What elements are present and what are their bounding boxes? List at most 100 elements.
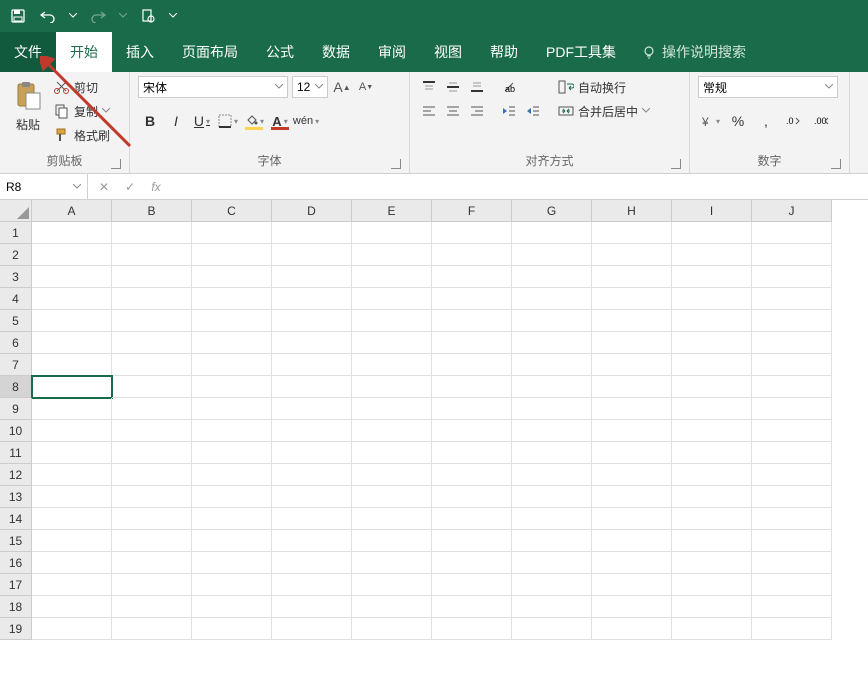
cell[interactable] xyxy=(352,420,432,442)
cell[interactable] xyxy=(512,486,592,508)
cell[interactable] xyxy=(32,442,112,464)
tell-me-search[interactable]: 操作说明搜索 xyxy=(630,32,758,72)
cell[interactable] xyxy=(752,266,832,288)
cell[interactable] xyxy=(592,354,672,376)
increase-decimal-button[interactable]: .0 xyxy=(782,110,806,132)
cell[interactable] xyxy=(752,596,832,618)
cell[interactable] xyxy=(672,354,752,376)
cell[interactable] xyxy=(32,376,112,398)
cell[interactable] xyxy=(432,530,512,552)
cell[interactable] xyxy=(432,222,512,244)
cell[interactable] xyxy=(432,442,512,464)
cell[interactable] xyxy=(752,288,832,310)
cell[interactable] xyxy=(672,398,752,420)
cell[interactable] xyxy=(512,508,592,530)
cell[interactable] xyxy=(272,552,352,574)
cell[interactable] xyxy=(512,332,592,354)
cell[interactable] xyxy=(192,332,272,354)
column-header[interactable]: J xyxy=(752,200,832,222)
cell[interactable] xyxy=(432,398,512,420)
alignment-launcher-icon[interactable] xyxy=(671,159,681,169)
cell[interactable] xyxy=(512,618,592,640)
cell[interactable] xyxy=(512,398,592,420)
cell[interactable] xyxy=(432,376,512,398)
cell[interactable] xyxy=(112,376,192,398)
row-header[interactable]: 12 xyxy=(0,464,32,486)
cell[interactable] xyxy=(512,552,592,574)
number-launcher-icon[interactable] xyxy=(831,159,841,169)
cell[interactable] xyxy=(432,420,512,442)
cell[interactable] xyxy=(512,442,592,464)
tab-formulas[interactable]: 公式 xyxy=(252,32,308,72)
row-header[interactable]: 10 xyxy=(0,420,32,442)
bold-button[interactable]: B xyxy=(138,110,162,132)
cell[interactable] xyxy=(272,398,352,420)
align-left-button[interactable] xyxy=(418,100,440,122)
cell[interactable] xyxy=(272,222,352,244)
cell[interactable] xyxy=(192,508,272,530)
cell[interactable] xyxy=(32,508,112,530)
cell[interactable] xyxy=(752,244,832,266)
cell[interactable] xyxy=(432,574,512,596)
cell[interactable] xyxy=(432,244,512,266)
cell[interactable] xyxy=(352,574,432,596)
number-format-select[interactable]: 常规 xyxy=(698,76,838,98)
cell[interactable] xyxy=(592,288,672,310)
row-header[interactable]: 5 xyxy=(0,310,32,332)
cell[interactable] xyxy=(672,332,752,354)
accounting-format-button[interactable]: ¥▾ xyxy=(698,110,722,132)
cell[interactable] xyxy=(672,442,752,464)
tab-help[interactable]: 帮助 xyxy=(476,32,532,72)
tab-home[interactable]: 开始 xyxy=(56,32,112,72)
cell[interactable] xyxy=(512,574,592,596)
cell[interactable] xyxy=(432,310,512,332)
cell[interactable] xyxy=(192,530,272,552)
cell[interactable] xyxy=(672,288,752,310)
cell[interactable] xyxy=(432,486,512,508)
cell[interactable] xyxy=(272,354,352,376)
tab-page-layout[interactable]: 页面布局 xyxy=(168,32,252,72)
cell[interactable] xyxy=(192,310,272,332)
cell[interactable] xyxy=(752,398,832,420)
row-header[interactable]: 8 xyxy=(0,376,32,398)
cell[interactable] xyxy=(672,222,752,244)
cut-button[interactable]: 剪切 xyxy=(54,76,110,98)
cell[interactable] xyxy=(192,574,272,596)
font-size-select[interactable]: 12 xyxy=(292,76,328,98)
align-right-button[interactable] xyxy=(466,100,488,122)
cell[interactable] xyxy=(512,266,592,288)
align-center-button[interactable] xyxy=(442,100,464,122)
row-header[interactable]: 2 xyxy=(0,244,32,266)
cell[interactable] xyxy=(752,552,832,574)
font-color-button[interactable]: A ▾ xyxy=(268,110,292,132)
cell[interactable] xyxy=(352,376,432,398)
cell[interactable] xyxy=(752,222,832,244)
wrap-text-button[interactable]: 自动换行 xyxy=(558,76,650,98)
cell[interactable] xyxy=(352,552,432,574)
cell[interactable] xyxy=(512,464,592,486)
cell[interactable] xyxy=(592,398,672,420)
cell[interactable] xyxy=(112,222,192,244)
undo-icon[interactable] xyxy=(38,6,58,26)
cell[interactable] xyxy=(672,486,752,508)
font-launcher-icon[interactable] xyxy=(391,159,401,169)
cell[interactable] xyxy=(512,420,592,442)
format-painter-button[interactable]: 格式刷 xyxy=(54,124,110,146)
cell[interactable] xyxy=(672,376,752,398)
percent-button[interactable]: % xyxy=(726,110,750,132)
cell[interactable] xyxy=(672,596,752,618)
row-header[interactable]: 11 xyxy=(0,442,32,464)
cell[interactable] xyxy=(512,310,592,332)
cell[interactable] xyxy=(592,464,672,486)
cell[interactable] xyxy=(752,464,832,486)
cell[interactable] xyxy=(432,508,512,530)
cell[interactable] xyxy=(672,552,752,574)
tab-file[interactable]: 文件 xyxy=(0,32,56,72)
cell[interactable] xyxy=(672,618,752,640)
cell[interactable] xyxy=(592,310,672,332)
cell[interactable] xyxy=(32,552,112,574)
save-icon[interactable] xyxy=(8,6,28,26)
paste-button[interactable]: 粘贴 xyxy=(8,76,48,137)
cell[interactable] xyxy=(192,244,272,266)
cell[interactable] xyxy=(592,420,672,442)
